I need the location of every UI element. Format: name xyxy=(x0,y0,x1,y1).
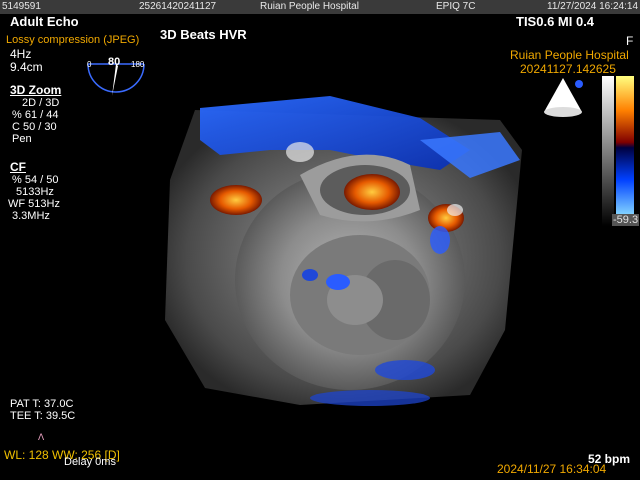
patient-id: 5149591 xyxy=(2,1,41,12)
compression-label: Lossy compression (JPEG) xyxy=(6,34,140,46)
cf-title: CF xyxy=(10,160,26,174)
header-hospital: Ruian People Hospital xyxy=(260,1,359,12)
zoom-percent: % 61 / 44 xyxy=(12,109,59,121)
gauge-value: 80 xyxy=(108,56,121,68)
depth: 9.4cm xyxy=(10,60,43,74)
cf-wall-filter: WF 513Hz xyxy=(8,198,60,210)
delay: Delay 0ms xyxy=(64,456,116,468)
color-velocity-bar xyxy=(602,76,636,226)
zoom-pen: Pen xyxy=(12,133,32,145)
tis-mi-index: TIS0.6 MI 0.4 xyxy=(516,14,595,29)
header-bar: 5149591 25261420241127 Ruian People Hosp… xyxy=(0,0,640,14)
system-name: EPIQ 7C xyxy=(436,1,476,12)
frame-rate: 4Hz xyxy=(10,47,32,61)
bottom-datetime: 2024/11/27 16:34:04 xyxy=(497,462,607,476)
preset-label: Adult Echo xyxy=(10,14,79,29)
right-hospital: Ruian People Hospital xyxy=(510,48,629,62)
gauge-min: 0 xyxy=(87,60,92,69)
tee-temperature: TEE T: 39.5C xyxy=(10,410,76,422)
cf-percent: % 54 / 50 xyxy=(12,174,59,186)
study-id: 25261420241127 xyxy=(139,1,217,12)
header-datetime: 11/27/2024 16:24:14 xyxy=(547,1,639,12)
indicator-label: F xyxy=(626,34,634,48)
mode-label: 3D Beats HVR xyxy=(160,27,247,42)
cf-frequency: 3.3MHz xyxy=(12,210,50,222)
marker-icon: ᐱ xyxy=(38,432,45,442)
orientation-cone-icon xyxy=(540,74,586,120)
patient-temperature: PAT T: 37.0C xyxy=(10,398,74,410)
gauge-max: 180 xyxy=(131,60,145,69)
zoom-title: 3D Zoom xyxy=(10,83,62,97)
cf-prf: 5133Hz xyxy=(16,186,54,198)
zoom-mode: 2D / 3D xyxy=(22,97,60,109)
velocity-scale-value: -59.3 xyxy=(612,214,640,226)
zoom-compress: C 50 / 30 xyxy=(12,121,57,133)
